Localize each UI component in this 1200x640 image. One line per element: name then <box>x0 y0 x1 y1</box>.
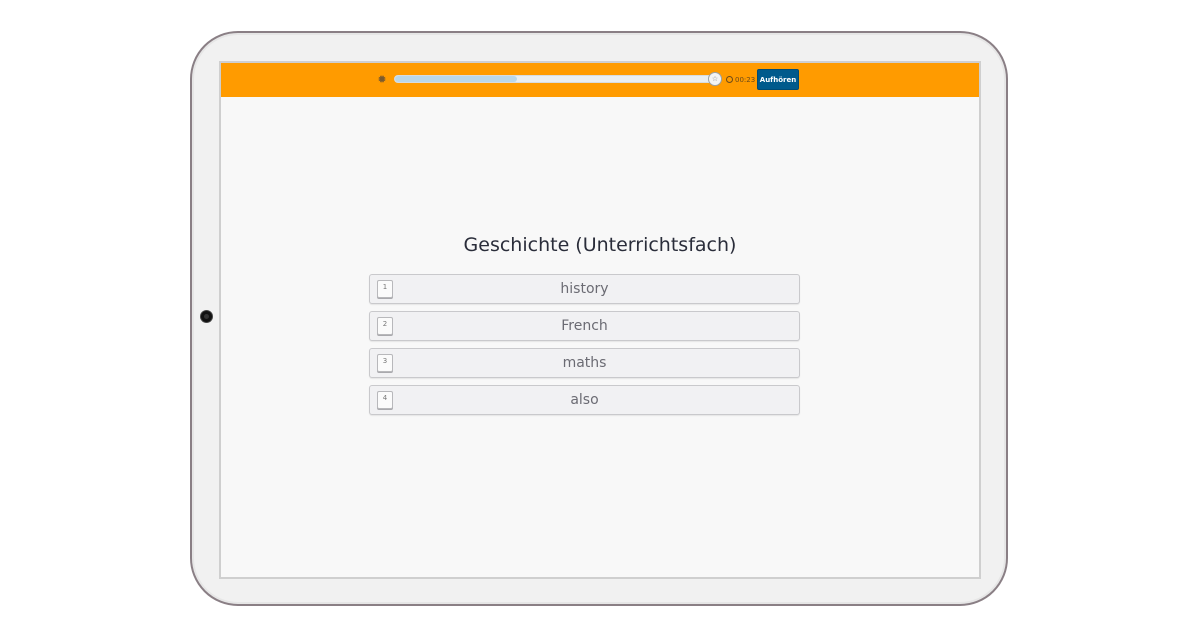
answer-option-1[interactable]: 1 history <box>369 274 800 304</box>
gear-icon[interactable]: ✹ <box>376 74 388 86</box>
question-prompt: Geschichte (Unterrichtsfach) <box>463 234 737 256</box>
answer-key-2: 2 <box>377 317 393 335</box>
answer-list: 1 history 2 French 3 maths 4 also <box>369 274 800 422</box>
answer-option-2[interactable]: 2 French <box>369 311 800 341</box>
timer-value: 00:23 <box>735 76 756 84</box>
timer: 00:23 <box>726 74 755 86</box>
answer-key-1: 1 <box>377 280 393 298</box>
answer-key-4: 4 <box>377 391 393 409</box>
answer-key-3: 3 <box>377 354 393 372</box>
stop-button[interactable]: Aufhören <box>757 69 799 90</box>
app-screen: ✹ ☆ 00:23 Aufhören Geschichte (Unterrich… <box>219 61 981 579</box>
answer-label-1: history <box>560 281 609 297</box>
camera-icon <box>201 311 212 322</box>
clock-icon <box>726 75 733 83</box>
answer-label-4: also <box>570 392 599 408</box>
answer-option-4[interactable]: 4 also <box>369 385 800 415</box>
top-bar: ✹ ☆ 00:23 Aufhören <box>221 63 979 97</box>
answer-option-3[interactable]: 3 maths <box>369 348 800 378</box>
progress-fill <box>395 76 517 82</box>
star-icon: ☆ <box>708 72 722 86</box>
progress-bar <box>394 75 716 83</box>
answer-label-2: French <box>561 318 608 334</box>
answer-label-3: maths <box>562 355 607 371</box>
